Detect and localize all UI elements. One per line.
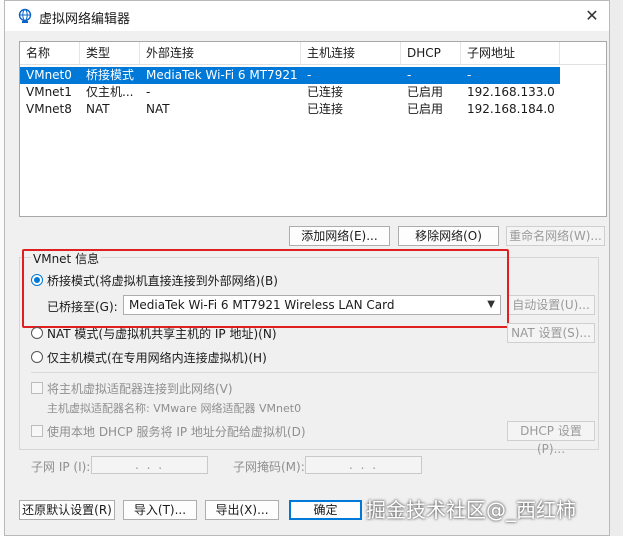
table-row-vmnet1[interactable]: VMnet1 仅主机... - 已连接 已启用 192.168.133.0 (20, 84, 560, 101)
column-header-host[interactable]: 主机连接 (301, 42, 401, 64)
table-row-vmnet8[interactable]: VMnet8 NAT NAT 已连接 已启用 192.168.184.0 (20, 101, 560, 118)
remove-network-button[interactable]: 移除网络(O) (398, 226, 499, 246)
import-button[interactable]: 导入(T)... (123, 500, 197, 520)
list-header: 名称 类型 外部连接 主机连接 DHCP 子网地址 (20, 42, 606, 65)
subnet-mask-input[interactable]: . . . (305, 456, 422, 474)
cell-host: 已连接 (307, 102, 344, 116)
subnet-ip-label: 子网 IP (I): (31, 460, 91, 474)
divider (31, 372, 597, 373)
highlight-annotation (22, 249, 509, 328)
ok-button[interactable]: 确定 (289, 500, 362, 520)
cell-type: 桥接模式 (86, 68, 135, 82)
network-list[interactable]: 名称 类型 外部连接 主机连接 DHCP 子网地址 VMnet0 桥接模式 Me… (19, 41, 607, 217)
use-dhcp-checkbox[interactable] (31, 425, 43, 437)
cell-dhcp: 已启用 (407, 85, 444, 99)
connect-adapter-label[interactable]: 将主机虚拟适配器连接到此网络(V) (47, 380, 233, 397)
connect-adapter-checkbox[interactable] (31, 382, 43, 394)
cell-subnet: 192.168.133.0 (467, 85, 555, 99)
cell-type: NAT (86, 102, 110, 116)
subnet-mask-label: 子网掩码(M): (233, 460, 305, 474)
cell-external: NAT (146, 102, 170, 116)
cell-subnet: - (467, 68, 472, 82)
cell-name: VMnet8 (26, 102, 72, 116)
watermark-text: 掘金技术社区@_西红柿 (366, 498, 576, 522)
column-header-dhcp[interactable]: DHCP (401, 42, 461, 64)
background-window-right (609, 0, 623, 536)
cell-name: VMnet1 (26, 85, 72, 99)
title-bar: 虚拟网络编辑器 ✕ (5, 1, 609, 31)
dhcp-settings-button[interactable]: DHCP 设置(P)... (507, 421, 595, 456)
column-header-subnet[interactable]: 子网地址 (461, 42, 560, 64)
add-network-button[interactable]: 添加网络(E)... (289, 226, 390, 246)
network-globe-icon (18, 8, 32, 23)
auto-settings-button[interactable]: 自动设置(U)... (507, 295, 595, 315)
column-header-type[interactable]: 类型 (80, 42, 140, 64)
virtual-network-editor-dialog: 虚拟网络编辑器 ✕ 名称 类型 外部连接 主机连接 DHCP 子网地址 VMne… (4, 0, 610, 536)
nat-settings-button[interactable]: NAT 设置(S)... (507, 323, 595, 343)
cell-external: MediaTek Wi-Fi 6 MT7921 W... (146, 68, 301, 82)
export-button[interactable]: 导出(X)... (205, 500, 279, 520)
cell-subnet: 192.168.184.0 (467, 102, 555, 116)
nat-mode-label[interactable]: NAT 模式(与虚拟机共享主机的 IP 地址)(N) (47, 325, 277, 342)
nat-mode-radio[interactable] (31, 327, 43, 339)
cell-name: VMnet0 (26, 68, 72, 82)
column-header-external[interactable]: 外部连接 (140, 42, 301, 64)
cell-external: - (146, 85, 151, 99)
cell-dhcp: - (407, 68, 412, 82)
use-dhcp-label[interactable]: 使用本地 DHCP 服务将 IP 地址分配给虚拟机(D) (47, 423, 306, 440)
restore-defaults-button[interactable]: 还原默认设置(R) (19, 500, 115, 520)
cell-host: 已连接 (307, 85, 344, 99)
cell-dhcp: 已启用 (407, 102, 444, 116)
adapter-name-text: 主机虚拟适配器名称: VMware 网络适配器 VMnet0 (47, 402, 302, 415)
window-title: 虚拟网络编辑器 (39, 12, 131, 27)
rename-network-button[interactable]: 重命名网络(W)... (506, 226, 605, 246)
cell-type: 仅主机... (86, 85, 134, 99)
column-header-name[interactable]: 名称 (20, 42, 80, 64)
close-icon[interactable]: ✕ (579, 3, 605, 29)
host-only-radio[interactable] (31, 351, 43, 363)
cell-host: - (307, 68, 312, 82)
host-only-label[interactable]: 仅主机模式(在专用网络内连接虚拟机)(H) (47, 349, 267, 366)
subnet-ip-input[interactable]: . . . (91, 456, 208, 474)
table-row-vmnet0[interactable]: VMnet0 桥接模式 MediaTek Wi-Fi 6 MT7921 W...… (20, 67, 560, 84)
